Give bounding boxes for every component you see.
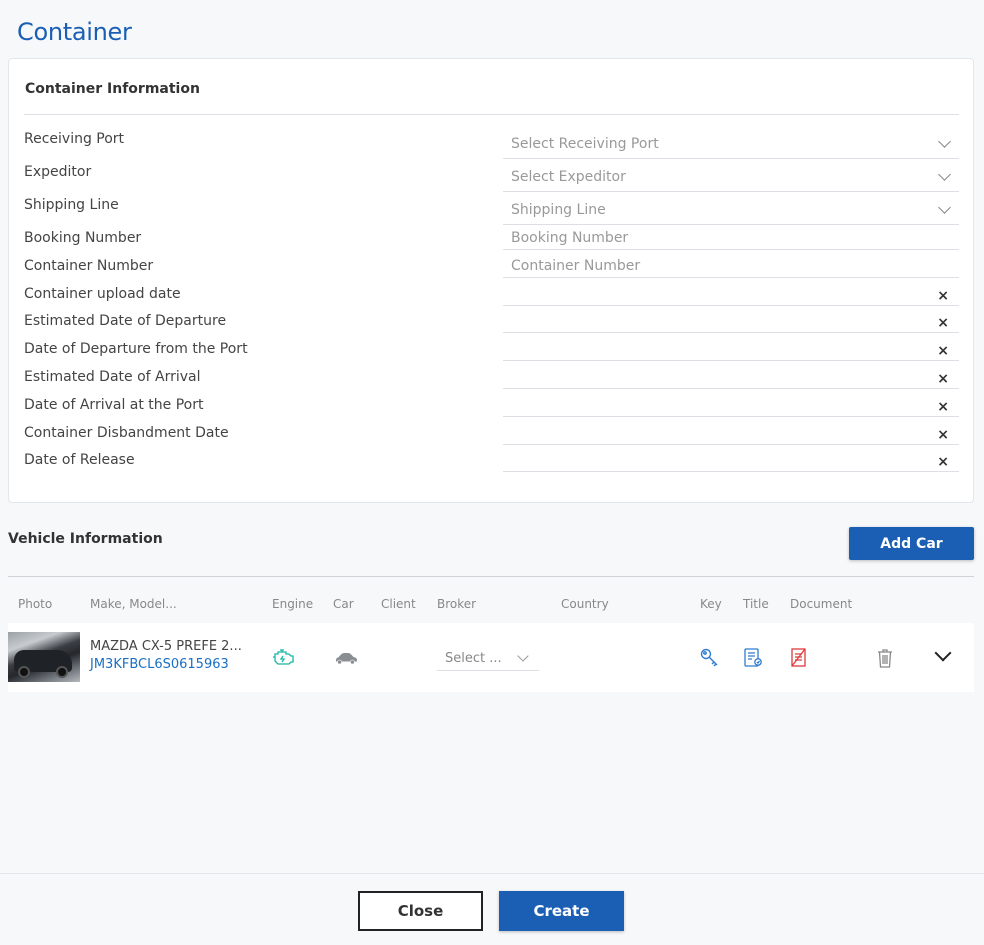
column-header-document: Document bbox=[790, 597, 853, 611]
container-upload-date-row: Container upload date × bbox=[9, 286, 975, 314]
estimated-departure-row: Estimated Date of Departure × bbox=[9, 313, 975, 341]
arrival-at-port-row: Date of Arrival at the Port × bbox=[9, 397, 975, 425]
receiving-port-placeholder: Select Receiving Port bbox=[511, 136, 659, 152]
release-date-row: Date of Release × bbox=[9, 452, 975, 480]
container-information-title: Container Information bbox=[25, 81, 200, 97]
expeditor-select[interactable]: Select Expeditor bbox=[503, 164, 959, 192]
estimated-arrival-input[interactable]: × bbox=[503, 367, 959, 389]
add-car-button[interactable]: Add Car bbox=[849, 527, 974, 560]
disbandment-date-input[interactable]: × bbox=[503, 423, 959, 445]
container-information-card: Container Information Receiving Port Sel… bbox=[8, 58, 974, 503]
clear-icon[interactable]: × bbox=[937, 428, 949, 442]
column-header-client: Client bbox=[381, 597, 416, 611]
close-button[interactable]: Close bbox=[358, 891, 483, 931]
chevron-down-icon bbox=[938, 135, 951, 148]
car-icon[interactable] bbox=[334, 650, 358, 669]
car-photo-wheel bbox=[18, 666, 30, 678]
car-vin-link[interactable]: JM3KFBCL6S0615963 bbox=[90, 657, 229, 672]
estimated-arrival-label: Estimated Date of Arrival bbox=[24, 369, 201, 385]
disbandment-date-label: Container Disbandment Date bbox=[24, 425, 229, 441]
column-header-title: Title bbox=[743, 597, 769, 611]
broker-select[interactable]: Select ... bbox=[437, 647, 539, 671]
clear-icon[interactable]: × bbox=[937, 400, 949, 414]
departure-from-port-label: Date of Departure from the Port bbox=[24, 341, 248, 357]
divider bbox=[24, 114, 959, 115]
release-date-label: Date of Release bbox=[24, 452, 135, 468]
trash-icon[interactable] bbox=[875, 647, 895, 673]
chevron-down-icon bbox=[938, 168, 951, 181]
car-photo[interactable] bbox=[8, 632, 80, 682]
booking-number-input[interactable]: Booking Number bbox=[503, 230, 959, 250]
vehicle-row[interactable]: MAZDA CX-5 PREFE 2... JM3KFBCL6S0615963 … bbox=[8, 623, 974, 692]
create-button[interactable]: Create bbox=[499, 891, 624, 931]
engine-icon[interactable] bbox=[272, 648, 296, 670]
column-header-photo: Photo bbox=[18, 597, 53, 611]
shipping-line-label: Shipping Line bbox=[24, 197, 119, 213]
chevron-down-icon bbox=[938, 201, 951, 214]
vehicle-information-title: Vehicle Information bbox=[8, 531, 163, 547]
clear-icon[interactable]: × bbox=[937, 455, 949, 469]
car-model: MAZDA CX-5 PREFE 2... bbox=[90, 639, 242, 654]
shipping-line-row: Shipping Line Shipping Line bbox=[9, 197, 975, 225]
container-number-row: Container Number Container Number bbox=[9, 258, 975, 286]
key-icon[interactable] bbox=[698, 647, 720, 673]
estimated-arrival-row: Estimated Date of Arrival × bbox=[9, 369, 975, 397]
departure-from-port-row: Date of Departure from the Port × bbox=[9, 341, 975, 369]
column-header-car: Car bbox=[333, 597, 354, 611]
footer: Close Create bbox=[0, 873, 984, 945]
container-upload-date-label: Container upload date bbox=[24, 286, 181, 302]
container-number-placeholder: Container Number bbox=[511, 258, 641, 274]
clear-icon[interactable]: × bbox=[937, 344, 949, 358]
car-photo-wheel bbox=[56, 666, 68, 678]
booking-number-label: Booking Number bbox=[24, 230, 142, 246]
estimated-departure-label: Estimated Date of Departure bbox=[24, 313, 227, 329]
container-number-input[interactable]: Container Number bbox=[503, 258, 959, 278]
broker-select-placeholder: Select ... bbox=[445, 651, 502, 666]
chevron-down-icon[interactable] bbox=[934, 644, 952, 662]
column-header-key: Key bbox=[700, 597, 722, 611]
column-header-make-model: Make, Model... bbox=[90, 597, 177, 611]
shipping-line-select[interactable]: Shipping Line bbox=[503, 197, 959, 225]
column-header-country: Country bbox=[561, 597, 609, 611]
estimated-departure-input[interactable]: × bbox=[503, 311, 959, 333]
column-header-engine: Engine bbox=[272, 597, 314, 611]
release-date-input[interactable]: × bbox=[503, 450, 959, 472]
container-number-label: Container Number bbox=[24, 258, 154, 274]
receiving-port-label: Receiving Port bbox=[24, 131, 125, 147]
arrival-at-port-input[interactable]: × bbox=[503, 395, 959, 417]
disbandment-date-row: Container Disbandment Date × bbox=[9, 425, 975, 453]
column-header-broker: Broker bbox=[437, 597, 477, 611]
expeditor-row: Expeditor Select Expeditor bbox=[9, 164, 975, 192]
divider bbox=[8, 576, 974, 577]
chevron-down-icon bbox=[517, 650, 529, 662]
page-title: Container bbox=[17, 18, 132, 46]
booking-number-placeholder: Booking Number bbox=[511, 230, 629, 246]
receiving-port-row: Receiving Port Select Receiving Port bbox=[9, 131, 975, 159]
title-document-icon[interactable] bbox=[742, 647, 764, 673]
clear-icon[interactable]: × bbox=[937, 289, 949, 303]
expeditor-placeholder: Select Expeditor bbox=[511, 169, 626, 185]
clear-icon[interactable]: × bbox=[937, 372, 949, 386]
booking-number-row: Booking Number Booking Number bbox=[9, 230, 975, 258]
shipping-line-placeholder: Shipping Line bbox=[511, 202, 606, 218]
document-icon[interactable] bbox=[789, 647, 809, 673]
receiving-port-select[interactable]: Select Receiving Port bbox=[503, 131, 959, 159]
departure-from-port-input[interactable]: × bbox=[503, 339, 959, 361]
arrival-at-port-label: Date of Arrival at the Port bbox=[24, 397, 204, 413]
expeditor-label: Expeditor bbox=[24, 164, 92, 180]
container-upload-date-input[interactable]: × bbox=[503, 284, 959, 306]
clear-icon[interactable]: × bbox=[937, 316, 949, 330]
